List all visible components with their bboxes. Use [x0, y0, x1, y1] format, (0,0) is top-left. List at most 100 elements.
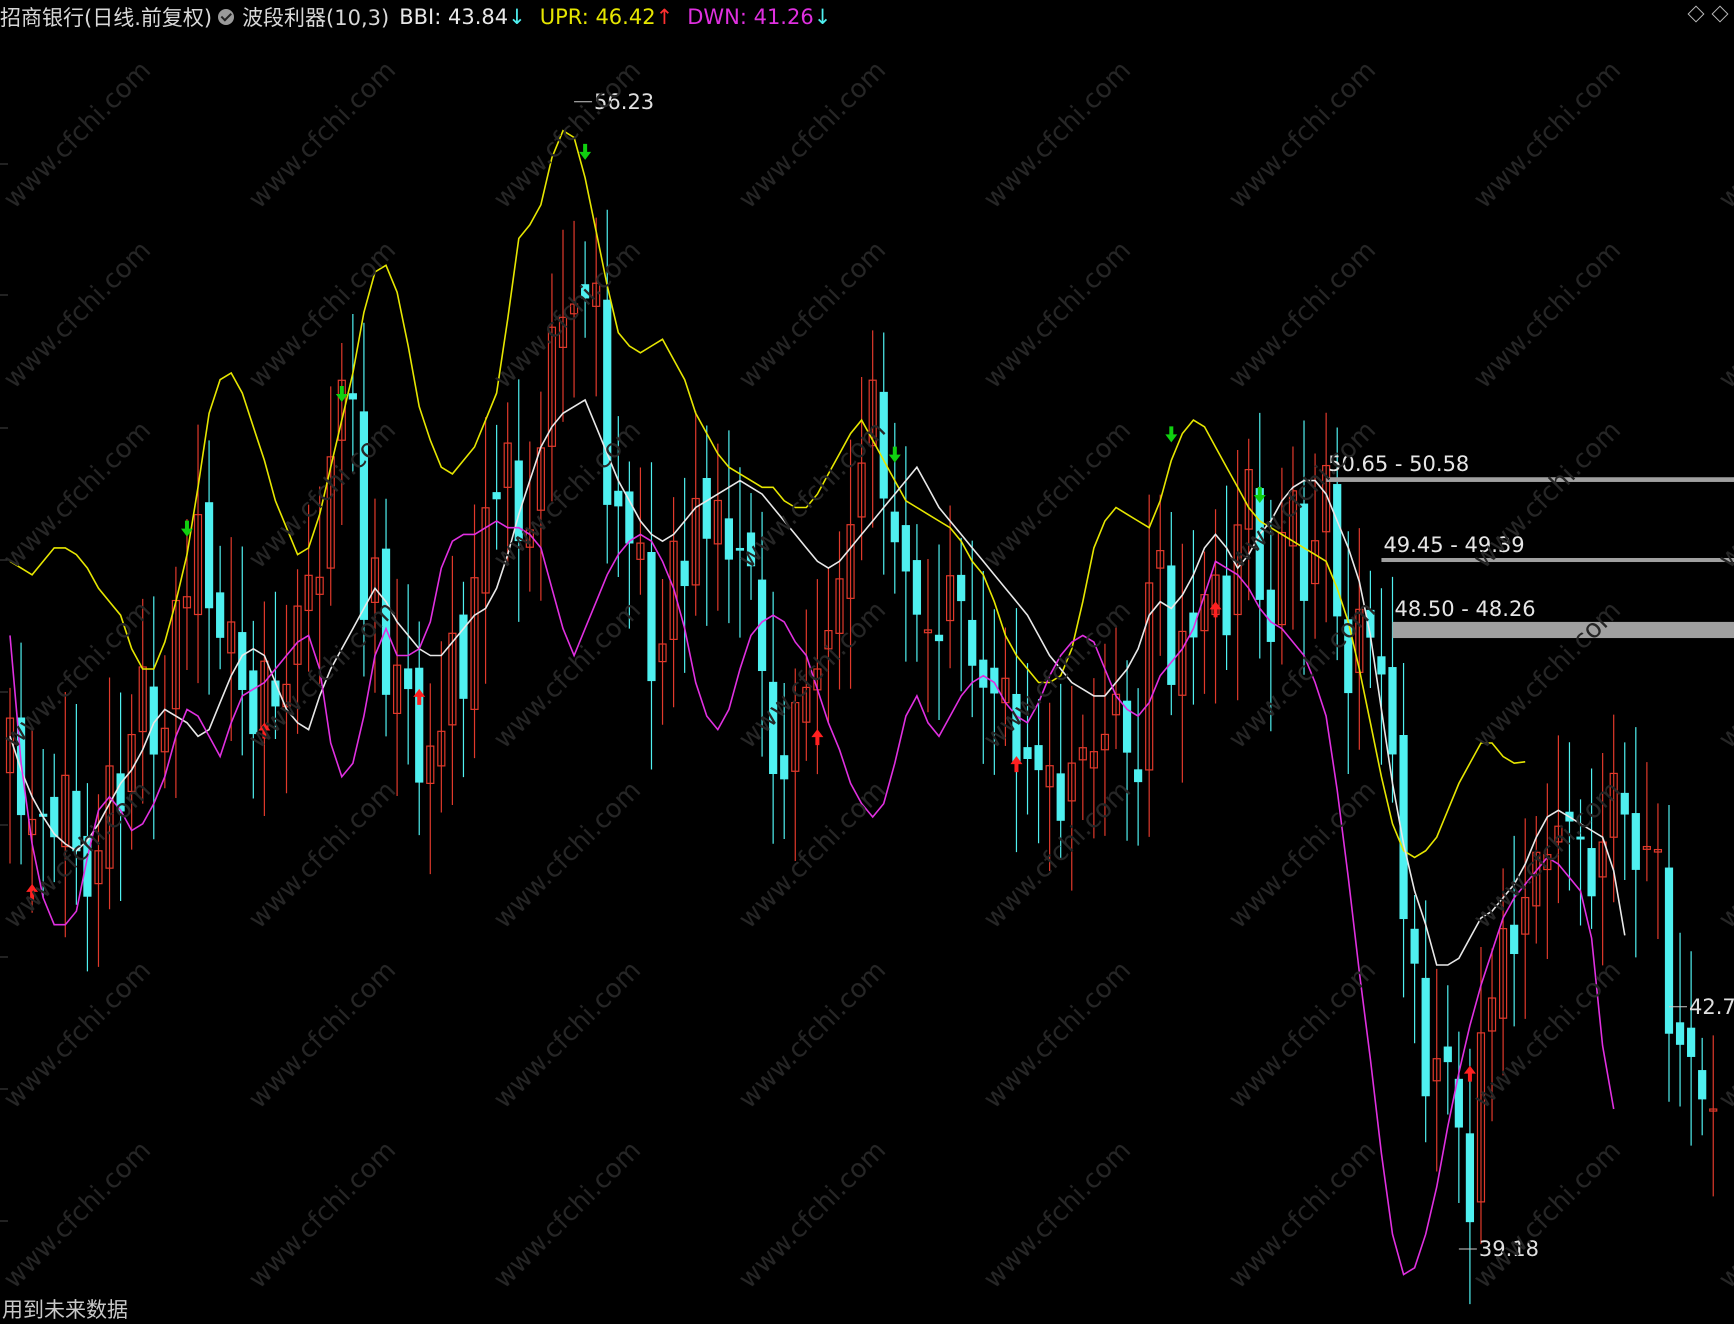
candle-body [980, 660, 987, 687]
candle-body [681, 561, 688, 585]
price-label: 42.78 [1689, 995, 1734, 1019]
candle-body [383, 549, 390, 694]
candle-body [1378, 657, 1385, 674]
candle-body [1389, 668, 1396, 754]
sell-arrow-icon [579, 144, 591, 160]
candle-body [703, 479, 710, 539]
level-label: 50.65 - 50.58 [1328, 452, 1469, 476]
level-band [1393, 622, 1734, 638]
candle-body [936, 635, 943, 640]
arrow-shape [1165, 426, 1177, 442]
upr-line [10, 131, 1525, 858]
candle-body [1256, 489, 1263, 600]
candle-body [781, 756, 788, 779]
arrow-shape [579, 144, 591, 160]
arrow-shape [258, 722, 270, 738]
candle-body [736, 549, 743, 551]
candle-body [958, 575, 965, 600]
arrow-shape [1010, 756, 1022, 772]
upr-trend-icon: ↑ [656, 5, 674, 29]
candle-body [1301, 504, 1308, 600]
candle-body [1168, 566, 1175, 684]
candle-body [582, 285, 589, 298]
candle-body [1422, 979, 1429, 1096]
sell-arrow-icon [181, 521, 193, 537]
candle-body [272, 681, 279, 706]
candle-body [416, 668, 423, 782]
candle-body [880, 392, 887, 497]
candle-body [969, 621, 976, 666]
candle-body [725, 519, 732, 559]
bbi-value: BBI: 43.84 [399, 5, 508, 29]
buy-arrow-icon [26, 884, 38, 900]
candle-body [250, 671, 257, 733]
candle-body [360, 412, 367, 619]
sell-arrow-icon [1254, 487, 1266, 503]
candle-body [1666, 868, 1673, 1033]
future-data-note: 用到未来数据 [2, 1294, 128, 1324]
candle-body [891, 512, 898, 541]
arrow-shape [1464, 1066, 1476, 1082]
candle-body [1267, 590, 1274, 641]
candle-body [1577, 837, 1584, 839]
bbi-trend-icon: ↓ [508, 5, 526, 29]
candle-body [217, 593, 224, 637]
level-label: 48.50 - 48.26 [1395, 597, 1536, 621]
candle-body [748, 533, 755, 566]
indicator-name[interactable]: 波段利器(10,3) [242, 2, 389, 32]
buy-arrow-icon [1464, 1066, 1476, 1082]
buy-arrow-icon [413, 689, 425, 705]
sell-arrow-icon [889, 447, 901, 463]
arrow-shape [1210, 601, 1222, 617]
stock-title[interactable]: 招商银行(日线.前复权) [0, 2, 212, 32]
candle-body [1035, 746, 1042, 770]
candle-body [1511, 925, 1518, 953]
candle-body [1621, 793, 1628, 813]
candle-body [349, 394, 356, 399]
dwn-value: DWN: 41.26 [687, 5, 814, 29]
candle-body [770, 682, 777, 773]
price-label: 56.23 [594, 90, 654, 114]
arrow-shape [1254, 487, 1266, 503]
candle-body [1223, 576, 1230, 634]
arrow-shape [26, 884, 38, 900]
arrow-shape [413, 689, 425, 705]
buy-arrow-icon [258, 722, 270, 738]
candle-body [902, 526, 909, 571]
candle-body [615, 491, 622, 505]
arrow-shape [181, 521, 193, 537]
buy-arrow-icon [1010, 756, 1022, 772]
arrow-shape [889, 447, 901, 463]
chart-header: 招商银行(日线.前复权) 波段利器(10,3) BBI: 43.84 ↓ UPR… [0, 2, 831, 32]
level-band [1381, 558, 1734, 562]
candle-body [913, 561, 920, 614]
indicator-toggle-icon[interactable] [218, 9, 234, 25]
candle-body [73, 791, 80, 850]
arrow-shape [811, 729, 823, 745]
candle-body [1699, 1071, 1706, 1099]
candle-body [206, 503, 213, 608]
level-band [1326, 477, 1734, 482]
level-label: 49.45 - 49.39 [1383, 533, 1524, 557]
candle-body [1632, 814, 1639, 870]
buy-arrow-icon [1210, 601, 1222, 617]
buy-arrow-icon [811, 729, 823, 745]
kline-chart[interactable]: 50.65 - 50.58 49.45 - 49.39 48.50 - 48.26 5… [0, 0, 1734, 1322]
upr-value: UPR: 46.42 [540, 5, 656, 29]
candle-body [1677, 1023, 1684, 1044]
window-controls [1690, 8, 1726, 20]
candle-body [1411, 929, 1418, 963]
candle-body [405, 669, 412, 688]
dwn-trend-icon: ↓ [814, 5, 832, 29]
diamond-icon[interactable] [1688, 6, 1705, 23]
sell-arrow-icon [1165, 426, 1177, 442]
candle-body [493, 493, 500, 499]
diamond-icon[interactable] [1712, 6, 1729, 23]
candle-body [1057, 774, 1064, 820]
candle-body [1135, 770, 1142, 782]
candle-body [1466, 1134, 1473, 1222]
candle-body [1588, 849, 1595, 896]
candle-body [1688, 1028, 1695, 1056]
candle-body [604, 300, 611, 504]
candle-body [1013, 695, 1020, 762]
